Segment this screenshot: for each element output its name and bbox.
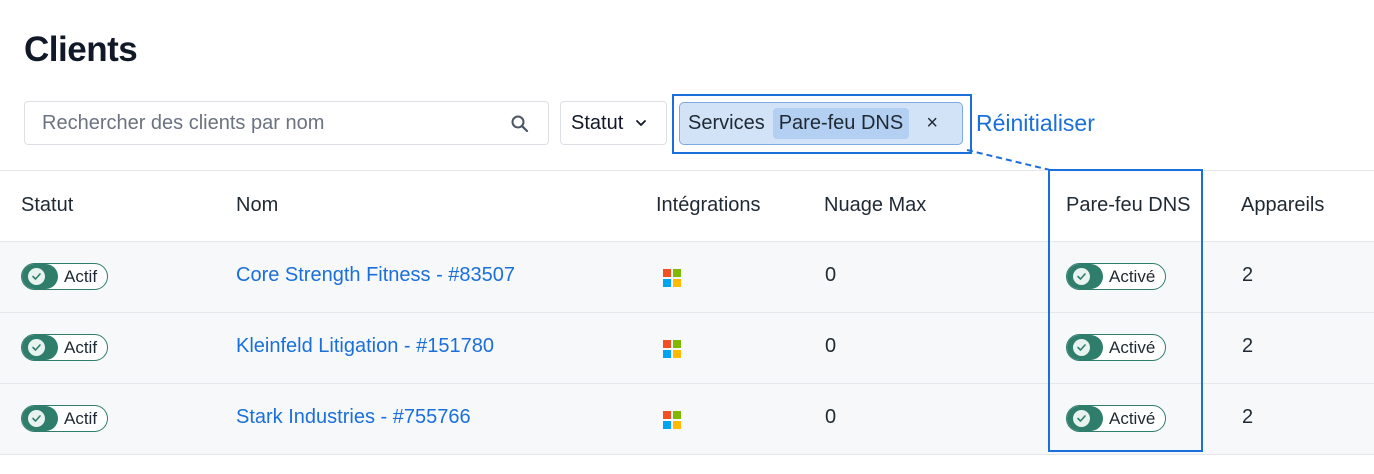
- reset-filters-link[interactable]: Réinitialiser: [976, 110, 1095, 137]
- toggle-knob: [22, 264, 58, 289]
- status-toggle[interactable]: Actif: [21, 263, 109, 290]
- client-name-link[interactable]: Core Strength Fitness - #83507: [236, 264, 515, 287]
- dns-firewall-column-highlight: [1048, 169, 1203, 452]
- column-header-name[interactable]: Nom: [236, 194, 278, 217]
- nuage-max-value: 0: [825, 335, 837, 357]
- status-filter-label: Statut: [571, 111, 624, 134]
- toggle-knob: [22, 335, 58, 360]
- column-header-status[interactable]: Statut: [21, 194, 73, 217]
- close-icon[interactable]: ×: [921, 112, 943, 135]
- status-label: Actif: [64, 408, 98, 428]
- devices-count: 2: [1242, 406, 1254, 428]
- check-icon: [28, 410, 45, 427]
- microsoft-icon: [663, 411, 681, 429]
- filter-chip-key: Services: [688, 112, 765, 134]
- microsoft-icon: [663, 269, 681, 287]
- chevron-down-icon: [636, 120, 647, 126]
- column-header-devices[interactable]: Appareils: [1241, 194, 1324, 217]
- page-title: Clients: [24, 30, 138, 69]
- status-toggle[interactable]: Actif: [21, 405, 109, 432]
- nuage-max-value: 0: [825, 406, 837, 428]
- status-label: Actif: [64, 337, 98, 357]
- search-icon[interactable]: [510, 114, 530, 134]
- filter-chip-value: Pare-feu DNS: [772, 108, 910, 139]
- search-box: [24, 101, 549, 145]
- status-filter-dropdown[interactable]: Statut: [560, 101, 667, 145]
- check-icon: [28, 339, 45, 356]
- devices-count: 2: [1242, 335, 1254, 357]
- search-input[interactable]: [25, 102, 485, 144]
- client-name-link[interactable]: Kleinfeld Litigation - #151780: [236, 335, 494, 358]
- client-name-link[interactable]: Stark Industries - #755766: [236, 406, 471, 429]
- services-filter-chip[interactable]: Services Pare-feu DNS ×: [679, 102, 963, 145]
- status-label: Actif: [64, 266, 98, 286]
- toggle-knob: [22, 406, 58, 431]
- check-icon: [28, 268, 45, 285]
- devices-count: 2: [1242, 264, 1254, 286]
- status-toggle[interactable]: Actif: [21, 334, 109, 361]
- nuage-max-value: 0: [825, 264, 837, 286]
- microsoft-icon: [663, 340, 681, 358]
- column-header-integrations[interactable]: Intégrations: [656, 194, 761, 217]
- column-header-nuage-max[interactable]: Nuage Max: [824, 194, 926, 217]
